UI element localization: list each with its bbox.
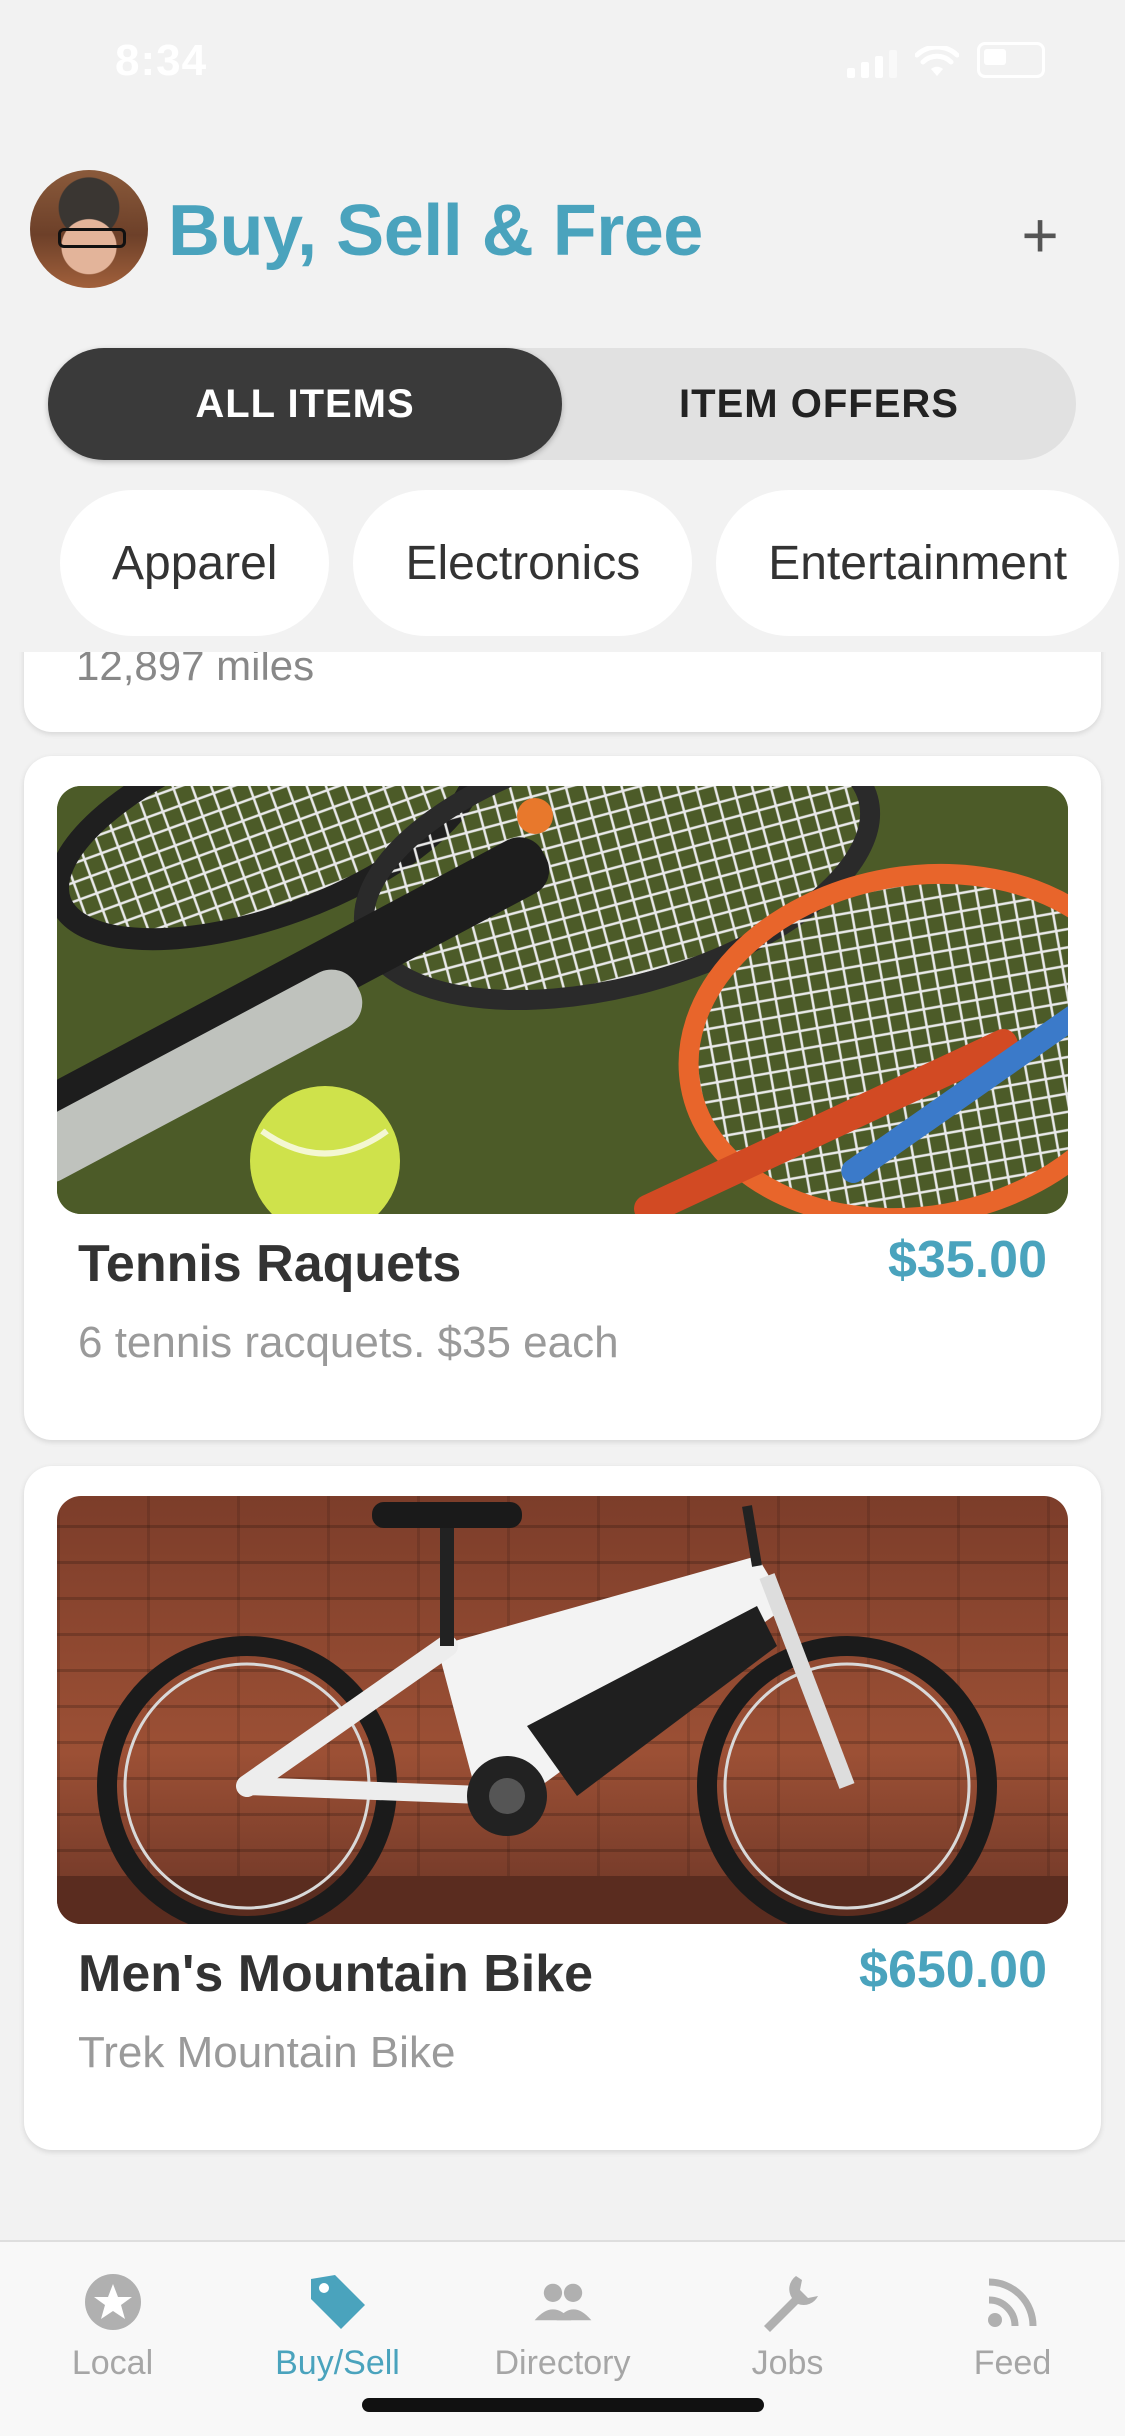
wrench-icon <box>756 2270 820 2334</box>
tab-label: Buy/Sell <box>275 2344 400 2382</box>
rss-icon <box>981 2270 1045 2334</box>
tag-icon <box>306 2270 370 2334</box>
listing-card[interactable]: Men's Mountain Bike $650.00 Trek Mountai… <box>24 1466 1101 2150</box>
header: Buy, Sell & Free + <box>0 160 1125 310</box>
avatar-glasses <box>58 228 126 248</box>
status-time: 8:34 <box>115 36 208 85</box>
star-icon <box>81 2270 145 2334</box>
category-chip-entertainment[interactable]: Entertainment <box>716 490 1120 636</box>
segmented-control: ALL ITEMS ITEM OFFERS <box>48 348 1076 460</box>
signal-icon <box>847 48 897 78</box>
tab-all-items[interactable]: ALL ITEMS <box>48 348 562 460</box>
tab-label: Feed <box>973 2344 1052 2382</box>
buy-sell-screen: 8:34 Buy, Sell & Free + ALL ITEMS ITEM O… <box>0 0 1125 2436</box>
avatar[interactable] <box>30 170 148 288</box>
category-chips: Apparel Electronics Entertainment <box>60 490 1120 636</box>
listing-distance: 12,897 miles <box>76 652 315 689</box>
tab-feed[interactable]: Feed <box>900 2242 1125 2436</box>
listing-title: Men's Mountain Bike <box>78 1945 594 2003</box>
tab-item-offers[interactable]: ITEM OFFERS <box>562 348 1076 460</box>
listing-price: $35.00 <box>887 1231 1047 1289</box>
tab-label: Local <box>71 2344 154 2382</box>
home-indicator[interactable] <box>362 2398 764 2412</box>
category-chip-apparel[interactable]: Apparel <box>60 490 330 636</box>
status-icons <box>847 42 1045 78</box>
mountain-bike-photo <box>57 1496 1068 1924</box>
status-bar: 8:34 <box>0 0 1125 130</box>
tab-label: Jobs <box>751 2344 824 2382</box>
listing-price: $650.00 <box>859 1941 1047 1999</box>
listing-description: Trek Mountain Bike <box>78 2028 456 2077</box>
listing-card[interactable]: Tennis Raquets $35.00 6 tennis racquets.… <box>24 756 1101 1440</box>
category-chip-electronics[interactable]: Electronics <box>353 490 693 636</box>
wifi-icon <box>915 46 959 76</box>
add-listing-button[interactable]: + <box>1005 199 1075 271</box>
listing-card[interactable]: 12,897 miles <box>24 652 1101 732</box>
page-title: Buy, Sell & Free <box>168 191 703 271</box>
battery-icon <box>977 42 1045 78</box>
listing-feed[interactable]: 12,897 miles Tennis Raquets $35.00 6 ten… <box>0 652 1125 2240</box>
people-icon <box>531 2270 595 2334</box>
tab-local[interactable]: Local <box>0 2242 225 2436</box>
listing-title: Tennis Raquets <box>78 1235 462 1293</box>
tennis-racquets-photo <box>57 786 1068 1214</box>
tab-label: Directory <box>494 2344 631 2382</box>
listing-description: 6 tennis racquets. $35 each <box>78 1318 619 1367</box>
